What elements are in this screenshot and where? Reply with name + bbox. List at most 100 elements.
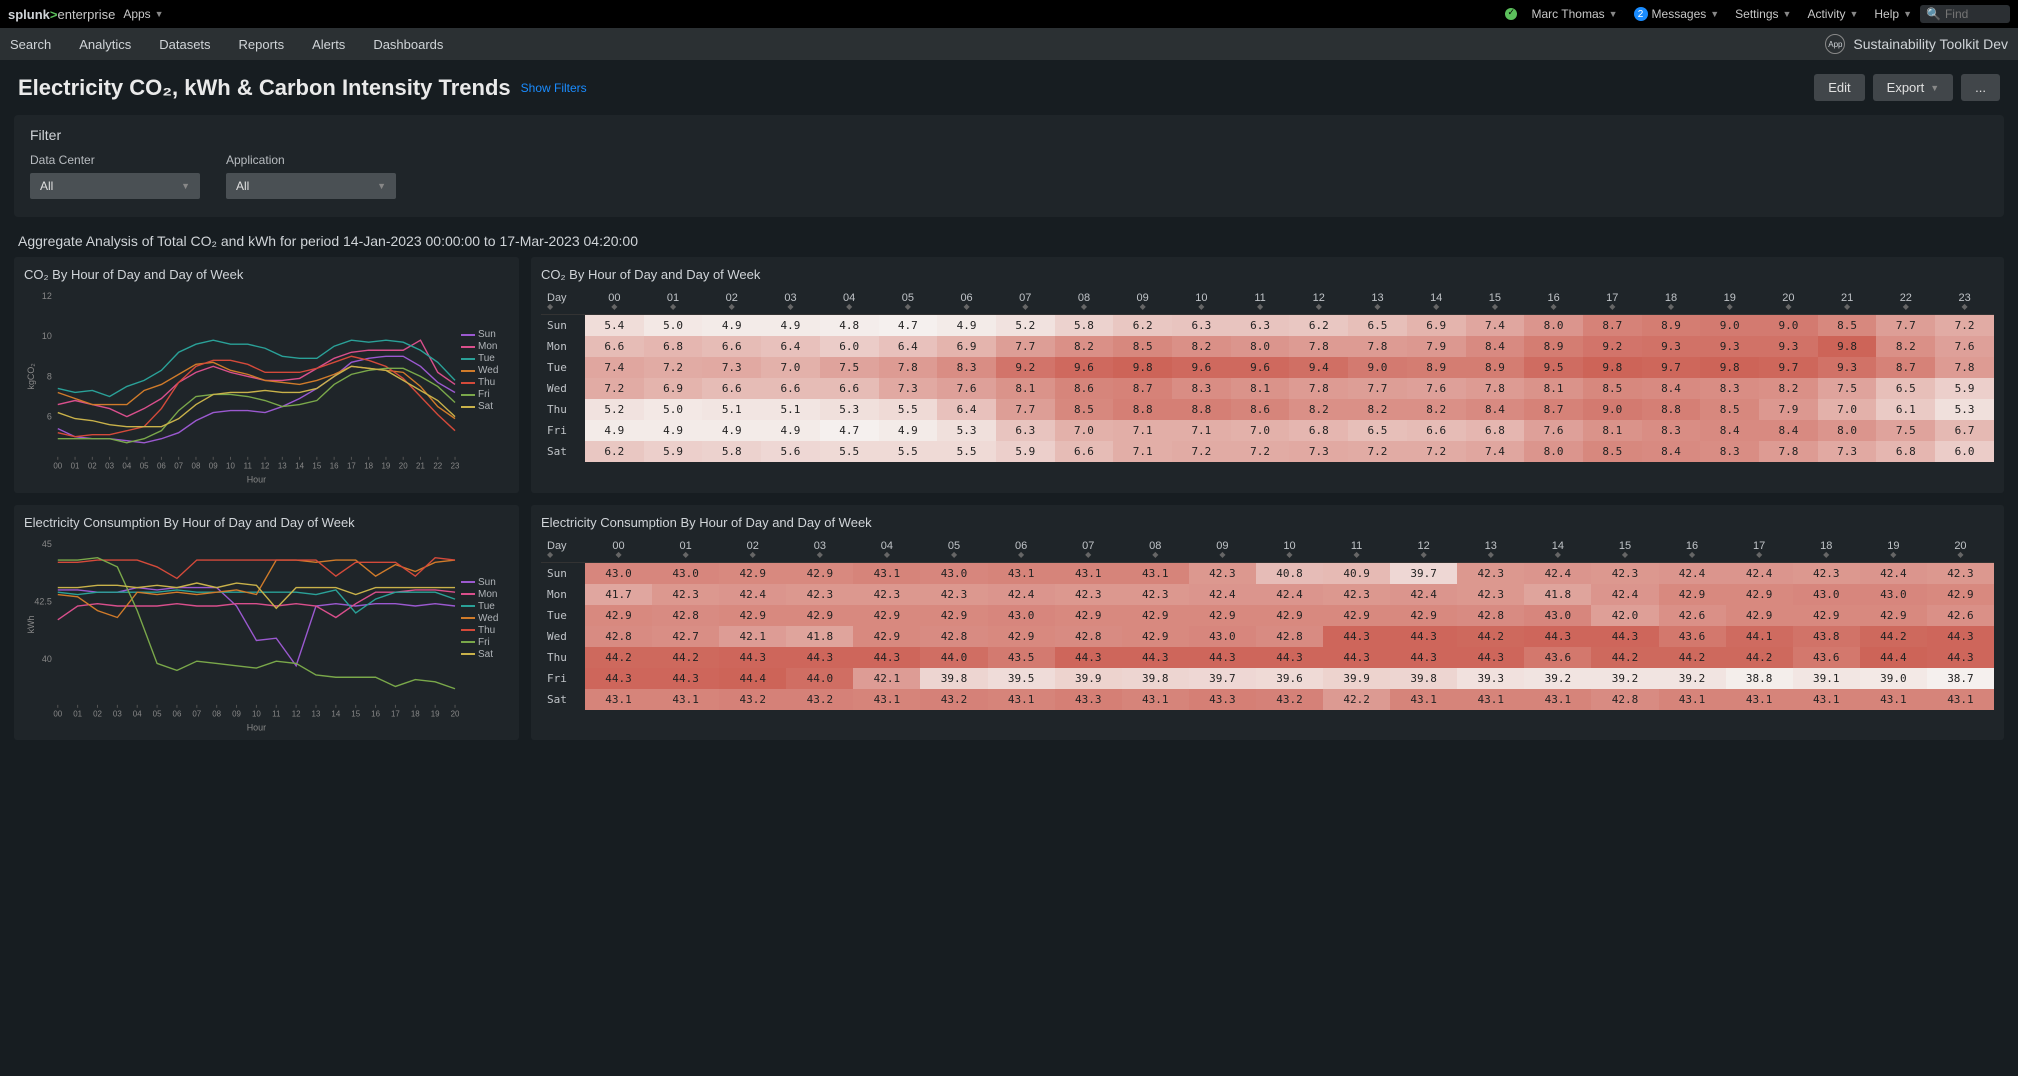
table-row: Sat43.143.143.243.243.143.243.143.343.14…: [541, 689, 1994, 710]
legend-item-thu[interactable]: Thu: [461, 625, 509, 636]
table-row: Tue42.942.842.942.942.942.943.042.942.94…: [541, 605, 1994, 626]
svg-text:12: 12: [261, 462, 270, 471]
find-input[interactable]: [1945, 7, 2005, 21]
legend-item-sun[interactable]: Sun: [461, 329, 509, 340]
co2-chart-title: CO₂ By Hour of Day and Day of Week: [24, 267, 509, 282]
activity-menu[interactable]: Activity▼: [1807, 7, 1858, 21]
svg-text:05: 05: [140, 462, 149, 471]
search-icon: 🔍: [1926, 7, 1941, 21]
filter-datacenter: Data Center All▼: [30, 153, 200, 199]
legend-item-mon[interactable]: Mon: [461, 589, 509, 600]
svg-text:11: 11: [244, 462, 253, 471]
svg-text:13: 13: [278, 462, 287, 471]
co2-heatmap-table[interactable]: Day◆00◆01◆02◆03◆04◆05◆06◆07◆08◆09◆10◆11◆…: [541, 288, 1994, 462]
legend-item-thu[interactable]: Thu: [461, 377, 509, 388]
svg-text:18: 18: [364, 462, 373, 471]
elec-heatmap-panel: Electricity Consumption By Hour of Day a…: [531, 505, 2004, 741]
table-row: Thu5.25.05.15.15.35.56.47.78.58.88.88.68…: [541, 399, 1994, 420]
svg-text:03: 03: [105, 462, 114, 471]
nav-item-dashboards[interactable]: Dashboards: [373, 37, 443, 52]
aggregate-header: Aggregate Analysis of Total CO₂ and kWh …: [0, 225, 2018, 257]
svg-text:06: 06: [173, 709, 182, 718]
export-button[interactable]: Export▼: [1873, 74, 1954, 101]
svg-text:kWh: kWh: [26, 615, 36, 633]
edit-button[interactable]: Edit: [1814, 74, 1864, 101]
legend-item-sat[interactable]: Sat: [461, 401, 509, 412]
legend-item-tue[interactable]: Tue: [461, 353, 509, 364]
svg-text:01: 01: [71, 462, 80, 471]
legend-item-wed[interactable]: Wed: [461, 613, 509, 624]
nav-item-analytics[interactable]: Analytics: [79, 37, 131, 52]
elec-heatmap-table[interactable]: Day◆00◆01◆02◆03◆04◆05◆06◆07◆08◆09◆10◆11◆…: [541, 536, 1994, 710]
svg-text:19: 19: [382, 462, 391, 471]
chevron-down-icon: ▼: [155, 9, 164, 19]
more-button[interactable]: ...: [1961, 74, 2000, 101]
svg-text:04: 04: [133, 709, 142, 718]
top-bar: splunk>enterprise Apps▼ Marc Thomas▼ 2Me…: [0, 0, 2018, 28]
show-filters-link[interactable]: Show Filters: [521, 81, 587, 95]
help-menu[interactable]: Help▼: [1874, 7, 1912, 21]
nav-item-alerts[interactable]: Alerts: [312, 37, 345, 52]
legend-item-mon[interactable]: Mon: [461, 341, 509, 352]
co2-line-chart[interactable]: 681012kgCO₂00010203040506070809101112131…: [24, 288, 461, 487]
svg-text:11: 11: [272, 709, 281, 718]
svg-text:23: 23: [451, 462, 460, 471]
chevron-down-icon: ▼: [1930, 83, 1939, 93]
svg-text:07: 07: [174, 462, 183, 471]
co2-heatmap-panel: CO₂ By Hour of Day and Day of Week Day◆0…: [531, 257, 2004, 493]
table-row: Mon6.66.86.66.46.06.46.97.78.28.58.28.07…: [541, 336, 1994, 357]
datacenter-label: Data Center: [30, 153, 200, 167]
svg-text:kgCO₂: kgCO₂: [26, 363, 36, 390]
settings-menu[interactable]: Settings▼: [1735, 7, 1791, 21]
legend-item-sat[interactable]: Sat: [461, 649, 509, 660]
svg-text:09: 09: [232, 709, 241, 718]
svg-text:19: 19: [431, 709, 440, 718]
legend-item-wed[interactable]: Wed: [461, 365, 509, 376]
table-row: Wed42.842.742.141.842.942.842.942.842.94…: [541, 626, 1994, 647]
brand-part1: splunk: [8, 7, 50, 22]
legend-item-sun[interactable]: Sun: [461, 577, 509, 588]
svg-text:08: 08: [192, 462, 201, 471]
svg-text:09: 09: [209, 462, 218, 471]
nav-item-reports[interactable]: Reports: [239, 37, 285, 52]
svg-text:6: 6: [47, 412, 52, 422]
svg-text:08: 08: [212, 709, 221, 718]
elec-line-chart[interactable]: 4042.545kWh00010203040506070809101112131…: [24, 536, 461, 735]
brand-sep: >: [50, 7, 58, 22]
app-context[interactable]: App Sustainability Toolkit Dev: [1825, 34, 2008, 54]
svg-text:16: 16: [371, 709, 380, 718]
svg-text:01: 01: [73, 709, 82, 718]
user-menu[interactable]: Marc Thomas▼: [1531, 7, 1617, 21]
svg-text:45: 45: [42, 539, 52, 549]
svg-text:07: 07: [192, 709, 201, 718]
nav-item-search[interactable]: Search: [10, 37, 51, 52]
legend-item-fri[interactable]: Fri: [461, 389, 509, 400]
filter-title: Filter: [30, 127, 1988, 143]
elec-chart-title: Electricity Consumption By Hour of Day a…: [24, 515, 509, 530]
svg-text:Hour: Hour: [247, 475, 266, 485]
apps-menu[interactable]: Apps▼: [123, 7, 163, 21]
svg-text:14: 14: [295, 462, 304, 471]
legend-item-tue[interactable]: Tue: [461, 601, 509, 612]
table-row: Wed7.26.96.66.66.67.37.68.18.68.78.38.17…: [541, 378, 1994, 399]
global-search[interactable]: 🔍: [1920, 5, 2010, 23]
svg-text:04: 04: [122, 462, 131, 471]
svg-text:15: 15: [312, 462, 321, 471]
chevron-down-icon: ▼: [181, 181, 190, 191]
legend-item-fri[interactable]: Fri: [461, 637, 509, 648]
svg-text:12: 12: [42, 291, 52, 301]
svg-text:42.5: 42.5: [34, 596, 51, 606]
datacenter-select[interactable]: All▼: [30, 173, 200, 199]
co2-chart-panel: CO₂ By Hour of Day and Day of Week 68101…: [14, 257, 519, 493]
svg-text:22: 22: [433, 462, 442, 471]
chevron-down-icon: ▼: [1903, 9, 1912, 19]
svg-text:Hour: Hour: [247, 722, 266, 732]
application-select[interactable]: All▼: [226, 173, 396, 199]
svg-text:15: 15: [351, 709, 360, 718]
elec-table-title: Electricity Consumption By Hour of Day a…: [541, 515, 1994, 530]
brand-part2: enterprise: [58, 7, 116, 22]
svg-text:20: 20: [451, 709, 460, 718]
nav-item-datasets[interactable]: Datasets: [159, 37, 210, 52]
svg-text:40: 40: [42, 653, 52, 663]
messages-menu[interactable]: 2Messages▼: [1634, 7, 1720, 21]
